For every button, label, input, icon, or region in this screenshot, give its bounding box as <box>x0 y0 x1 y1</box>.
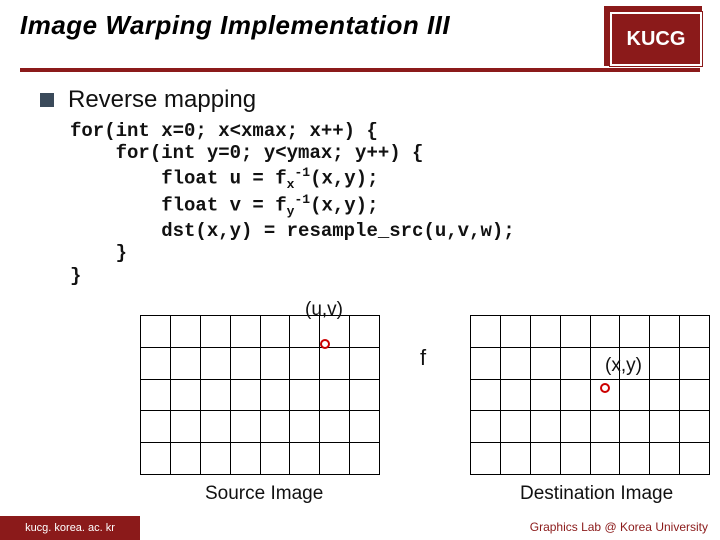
code-line: } <box>70 242 127 264</box>
code-line: } <box>70 265 81 287</box>
uv-label: (u,v) <box>305 299 343 321</box>
dest-caption: Destination Image <box>520 483 673 505</box>
code-sup: -1 <box>294 192 310 207</box>
slide-title: Image Warping Implementation III <box>20 10 700 41</box>
code-line: dst(x,y) = resample_src(u,v,w); <box>70 220 515 242</box>
code-line: float v = f <box>70 195 287 217</box>
dest-grid <box>470 315 710 475</box>
slide-footer: kucg. korea. ac. kr Graphics Lab @ Korea… <box>0 514 720 540</box>
figure: (u,v) (x,y) f Source Image Destination I… <box>40 295 684 515</box>
dest-point-icon <box>600 383 610 393</box>
code-line: float u = f <box>70 167 287 189</box>
slide-header: Image Warping Implementation III KUCG <box>0 0 720 62</box>
section-title: Reverse mapping <box>68 86 256 114</box>
source-grid <box>140 315 380 475</box>
xy-label: (x,y) <box>605 355 642 377</box>
source-point-icon <box>320 339 330 349</box>
code-line: (x,y); <box>310 167 378 189</box>
function-label: f <box>420 345 426 371</box>
bullet-row: Reverse mapping <box>40 86 684 114</box>
slide-content: Reverse mapping for(int x=0; x<xmax; x++… <box>0 72 720 515</box>
code-line: (x,y); <box>310 195 378 217</box>
code-block: for(int x=0; x<xmax; x++) { for(int y=0;… <box>70 120 684 287</box>
code-line: for(int x=0; x<xmax; x++) { <box>70 120 378 142</box>
code-line: for(int y=0; y<ymax; y++) { <box>70 142 423 164</box>
bullet-icon <box>40 93 54 107</box>
footer-url: kucg. korea. ac. kr <box>0 516 140 540</box>
lab-badge: KUCG <box>612 14 700 64</box>
footer-lab: Graphics Lab @ Korea University <box>530 520 708 534</box>
source-caption: Source Image <box>205 483 323 505</box>
code-sup: -1 <box>294 165 310 180</box>
